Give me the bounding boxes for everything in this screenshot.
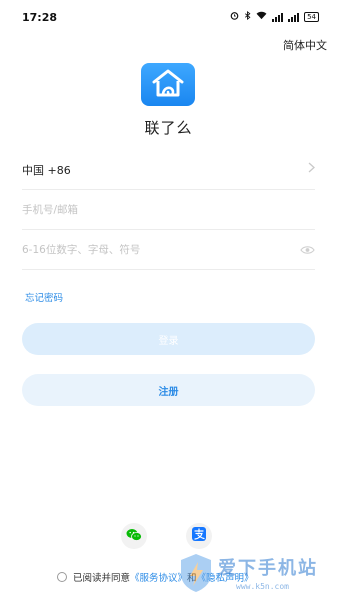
language-switch[interactable]: 简体中文 [283,37,327,53]
country-code: 中国 +86 [22,163,71,177]
country-code-selector[interactable]: 中国 +86 [22,150,315,190]
forgot-password-link[interactable]: 忘记密码 [25,290,63,304]
status-icons: 54 [230,10,319,23]
agreement-prefix: 已阅读并同意 [73,573,131,584]
eye-icon[interactable] [300,240,315,259]
password-row [22,230,315,270]
battery-icon: 54 [304,12,319,22]
watermark-main-text: 爱下手机站 [218,558,318,579]
wechat-icon [126,527,142,546]
bluetooth-icon [244,10,251,23]
watermark: 爱下手机站 www.k5n.com [170,548,337,598]
wifi-icon [256,11,267,23]
phone-row [22,190,315,230]
wechat-login-button[interactable] [121,523,147,549]
app-name: 联了么 [144,119,193,137]
watermark-url: www.k5n.com [236,582,289,591]
status-time: 17:28 [22,11,58,24]
home-logo-icon [149,67,187,103]
signal-icon-2 [288,12,300,22]
alarm-icon [230,11,239,23]
alipay-login-button[interactable] [186,523,212,549]
chevron-right-icon [308,162,315,177]
login-button[interactable]: 登录 [22,323,315,355]
alipay-icon [191,526,207,546]
password-input[interactable] [22,243,300,256]
phone-email-input[interactable] [22,203,315,216]
status-bar: 17:28 54 [0,0,337,34]
signal-icon [272,12,284,22]
agreement-radio[interactable] [57,572,67,582]
app-logo [141,63,195,106]
watermark-shield-icon [178,552,214,598]
register-button[interactable]: 注册 [22,374,315,406]
